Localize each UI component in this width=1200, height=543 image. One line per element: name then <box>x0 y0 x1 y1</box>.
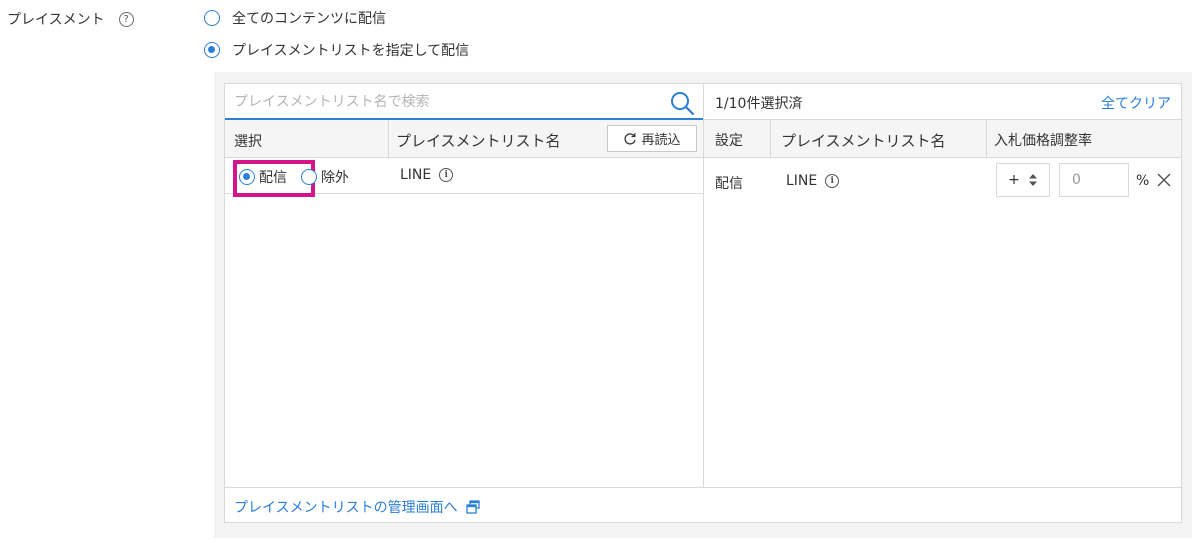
option-specify-list[interactable]: プレイスメントリストを指定して配信 <box>204 40 469 60</box>
header-select: 選択 <box>234 134 262 150</box>
info-icon[interactable]: i <box>825 174 840 188</box>
info-icon[interactable]: i <box>439 168 454 182</box>
radio-all-contents[interactable] <box>204 10 220 26</box>
placement-label-text: プレイスメント <box>7 12 105 28</box>
header-divider <box>986 120 987 158</box>
header-bid-rate: 入札価格調整率 <box>994 133 1092 149</box>
selected-list-toolbar: 1/10件選択済 全てクリア <box>704 84 1181 120</box>
help-icon[interactable]: ? <box>118 11 134 27</box>
radio-exclude[interactable] <box>301 169 317 185</box>
reload-icon <box>624 132 637 145</box>
header-list-name: プレイスメントリスト名 <box>781 132 946 150</box>
external-window-icon <box>465 500 480 514</box>
search-input[interactable] <box>234 90 664 114</box>
option-specify-list-label: プレイスメントリストを指定して配信 <box>232 43 470 59</box>
option-all-contents-label: 全てのコンテンツに配信 <box>232 11 386 27</box>
search-bar <box>225 84 703 120</box>
sign-select[interactable]: + <box>996 163 1050 197</box>
header-divider <box>388 120 389 158</box>
selected-list-header: 設定 プレイスメントリスト名 入札価格調整率 <box>704 120 1181 158</box>
updown-arrows-icon <box>1028 174 1037 186</box>
row-setting: 配信 <box>715 176 743 192</box>
table-row: 配信 除外 LINE i <box>225 158 703 197</box>
exclude-option[interactable]: 除外 <box>301 167 349 187</box>
placement-list-panel: 選択 プレイスメントリスト名 再読込 配信 除外 LIN <box>224 83 1182 523</box>
available-list-header: 選択 プレイスメントリスト名 再読込 <box>225 120 703 158</box>
percent-unit: % <box>1136 173 1150 189</box>
bid-rate-input[interactable] <box>1059 163 1129 197</box>
radio-specify-list[interactable] <box>204 42 220 58</box>
search-icon[interactable] <box>669 90 695 116</box>
available-list: 選択 プレイスメントリスト名 再読込 配信 除外 LIN <box>225 84 704 487</box>
option-all-contents[interactable]: 全てのコンテンツに配信 <box>204 8 386 28</box>
sign-value: + <box>1008 172 1020 188</box>
manage-list-link[interactable]: プレイスメントリストの管理画面へ <box>234 497 480 517</box>
deliver-option[interactable]: 配信 <box>233 160 315 197</box>
manage-list-link-text: プレイスメントリストの管理画面へ <box>234 500 458 516</box>
header-divider <box>770 120 771 158</box>
exclude-label: 除外 <box>321 170 349 186</box>
header-list-name: プレイスメントリスト名 <box>396 132 561 150</box>
selected-list: 1/10件選択済 全てクリア 設定 プレイスメントリスト名 入札価格調整率 配信… <box>704 84 1181 487</box>
header-setting: 設定 <box>715 133 743 149</box>
close-icon[interactable] <box>1156 172 1172 188</box>
panel-footer: プレイスメントリストの管理画面へ <box>225 487 1181 523</box>
row-list-name: LINE i <box>786 173 840 189</box>
reload-label: 再読込 <box>641 133 681 148</box>
table-row: 配信 LINE i + % <box>704 158 1181 208</box>
row-list-name: LINE i <box>400 167 454 183</box>
placement-field-label: プレイスメント ? <box>7 9 134 29</box>
row-list-name-text: LINE <box>400 167 432 183</box>
clear-all-link[interactable]: 全てクリア <box>1101 93 1171 113</box>
row-list-name-text: LINE <box>786 173 818 189</box>
radio-deliver[interactable] <box>239 169 255 185</box>
reload-button[interactable]: 再読込 <box>607 125 697 152</box>
selected-count: 1/10件選択済 <box>715 96 803 112</box>
